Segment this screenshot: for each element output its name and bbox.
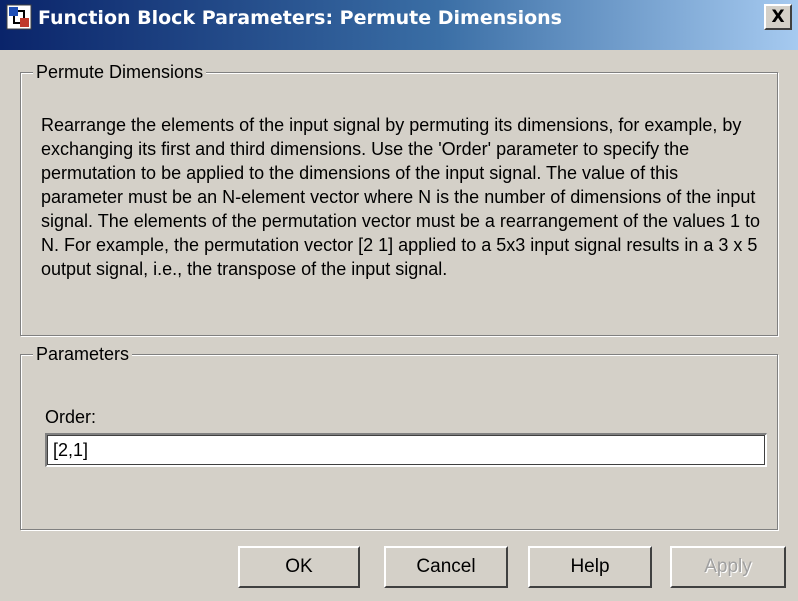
apply-button[interactable]: Apply: [670, 546, 786, 588]
window-title: Function Block Parameters: Permute Dimen…: [38, 7, 562, 29]
simulink-block-icon: [6, 4, 32, 30]
title-bar[interactable]: Function Block Parameters: Permute Dimen…: [0, 0, 798, 50]
order-label: Order:: [45, 407, 97, 427]
parameters-group-legend: Parameters: [33, 342, 133, 366]
cancel-button[interactable]: Cancel: [384, 546, 508, 588]
order-input[interactable]: [45, 433, 767, 467]
close-button[interactable]: X: [764, 4, 792, 30]
description-group-legend: Permute Dimensions: [33, 60, 207, 84]
parameters-group: Parameters Order:: [20, 342, 778, 530]
block-description: Rearrange the elements of the input sign…: [41, 115, 761, 279]
ok-button[interactable]: OK: [238, 546, 360, 588]
help-button[interactable]: Help: [528, 546, 652, 588]
dialog-window: Function Block Parameters: Permute Dimen…: [0, 0, 798, 601]
close-icon: X: [771, 6, 785, 27]
description-group: Permute Dimensions Rearrange the element…: [20, 60, 778, 336]
